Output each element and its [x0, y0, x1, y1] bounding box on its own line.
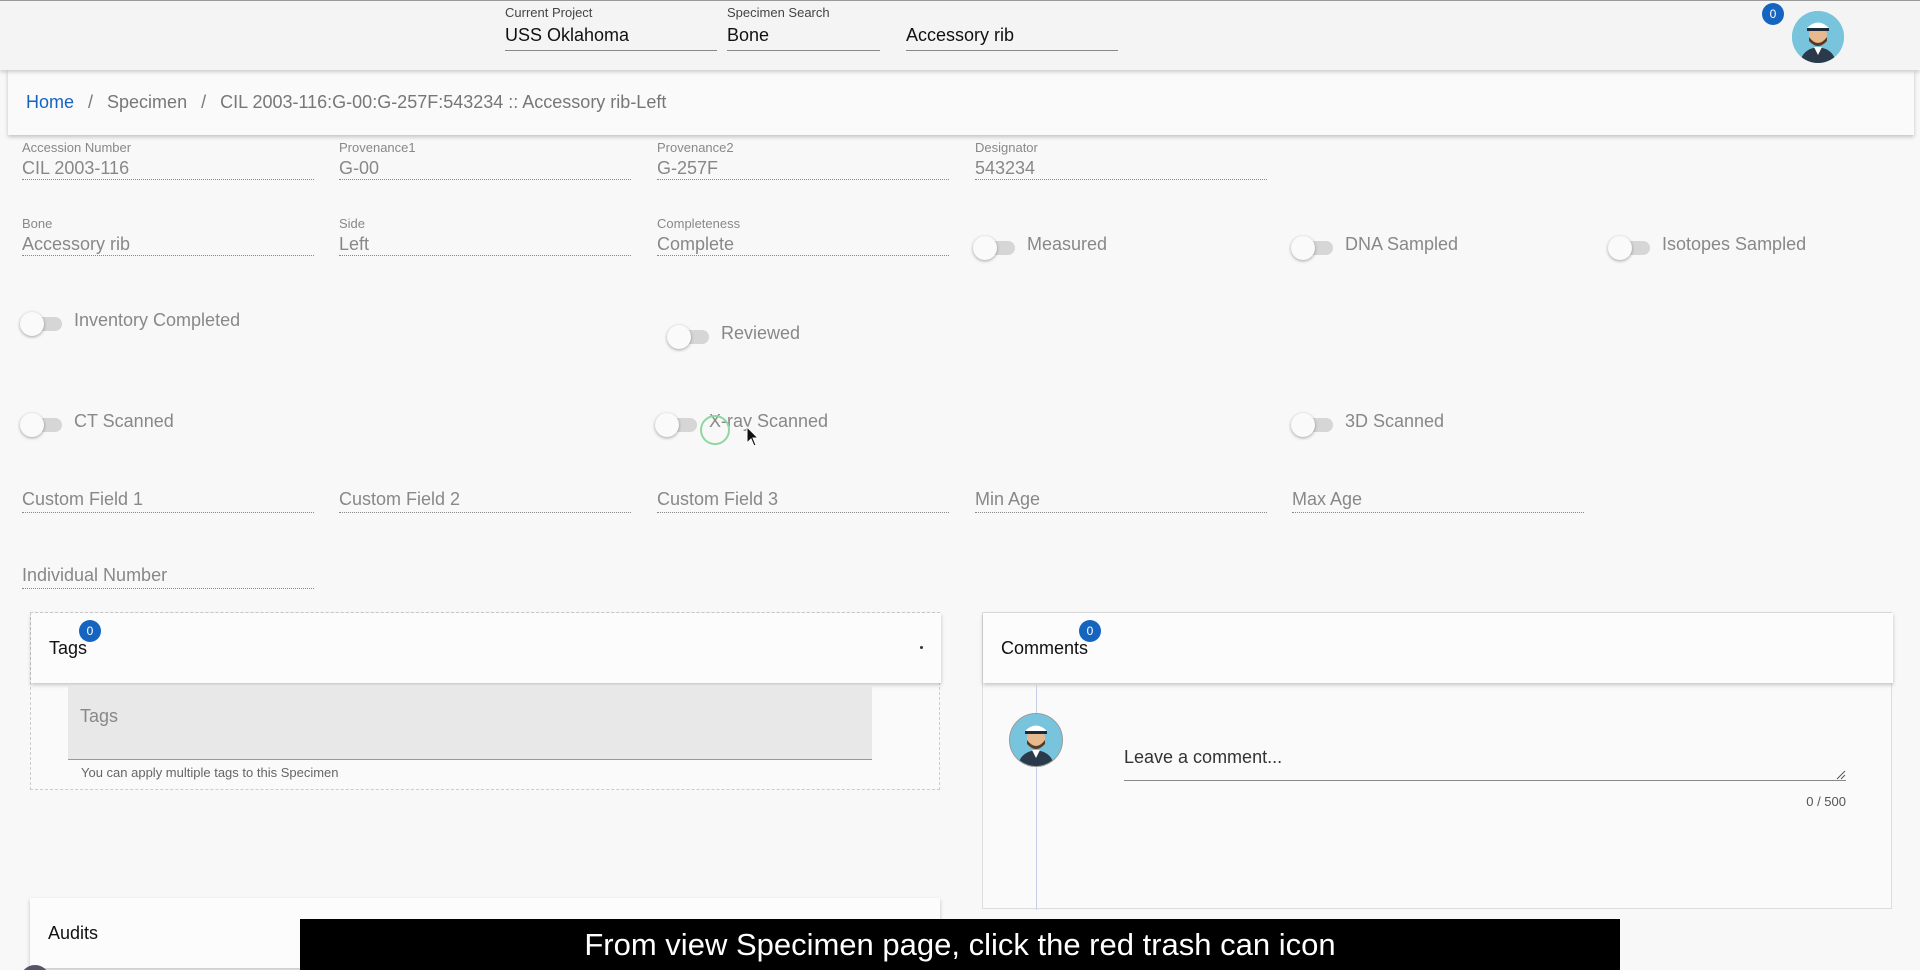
measured-switch[interactable] [973, 235, 1017, 260]
specimen-search-value[interactable]: Bone [727, 21, 880, 51]
ct-scanned-toggle[interactable]: CT Scanned [20, 410, 174, 437]
notification-badge[interactable]: 0 [1762, 3, 1784, 25]
3d-scanned-label: 3D Scanned [1345, 411, 1445, 431]
completeness-label: Completeness [657, 216, 741, 231]
inventory-completed-label: Inventory Completed [74, 310, 241, 330]
ct-scanned-label: CT Scanned [74, 411, 174, 431]
breadcrumb-current: CIL 2003-116:G-00:G-257F:543234 :: Acces… [220, 92, 667, 112]
side-value: Left [339, 232, 631, 256]
comments-card: Comments Leave a comment... 0 / 500 [982, 612, 1893, 910]
breadcrumb-separator: / [88, 92, 94, 112]
specimen-search-label: Specimen Search [727, 5, 830, 20]
comment-char-count: 0 / 500 [1806, 794, 1846, 809]
xray-scanned-toggle[interactable]: X-ray Scanned [655, 410, 828, 437]
provenance1-value: G-00 [339, 156, 631, 180]
tags-title: Tags [49, 637, 88, 658]
click-ripple-indicator [700, 415, 730, 445]
designator-value: 543234 [975, 156, 1267, 180]
bone-field: Bone Accessory rib [22, 216, 314, 256]
individual-number-input[interactable]: Individual Number [22, 563, 314, 589]
completeness-field: Completeness Complete [657, 216, 949, 256]
tags-hint: You can apply multiple tags to this Spec… [81, 765, 339, 780]
isotopes-sampled-label: Isotopes Sampled [1662, 234, 1807, 254]
mouse-cursor-icon [746, 426, 760, 447]
comments-card-header: Comments [983, 613, 1893, 683]
3d-scanned-toggle[interactable]: 3D Scanned [1291, 410, 1445, 437]
specimen-search-select[interactable]: Specimen Search Bone [727, 5, 880, 51]
comment-textarea[interactable]: Leave a comment... [1124, 733, 1846, 781]
isotopes-sampled-toggle[interactable]: Isotopes Sampled [1608, 233, 1807, 260]
custom-field-1-input[interactable]: Custom Field 1 [22, 487, 314, 513]
accession-number-field: Accession Number CIL 2003-116 [22, 140, 314, 180]
designator-field: Designator 543234 [975, 140, 1267, 180]
breadcrumb-home-link[interactable]: Home [26, 92, 74, 113]
user-avatar-icon [1010, 714, 1062, 766]
reviewed-label: Reviewed [721, 323, 801, 343]
measured-label: Measured [1027, 234, 1108, 254]
dna-sampled-label: DNA Sampled [1345, 234, 1459, 254]
tags-card-header: Tags [31, 613, 941, 683]
reviewed-switch[interactable] [667, 324, 711, 349]
side-field: Side Left [339, 216, 631, 256]
reviewed-toggle[interactable]: Reviewed [667, 322, 801, 349]
comment-placeholder: Leave a comment... [1124, 747, 1283, 767]
dna-sampled-switch[interactable] [1291, 235, 1335, 260]
inventory-completed-toggle[interactable]: Inventory Completed [20, 309, 241, 336]
tags-count-badge: 0 [79, 620, 101, 642]
tutorial-caption: From view Specimen page, click the red t… [300, 919, 1620, 970]
ct-scanned-switch[interactable] [20, 412, 64, 437]
provenance2-field: Provenance2 G-257F [657, 140, 949, 180]
breadcrumb: Home / Specimen / CIL 2003-116:G-00:G-25… [8, 70, 1914, 135]
current-project-select[interactable]: Current Project USS Oklahoma [505, 5, 717, 51]
resize-handle-icon[interactable] [1836, 770, 1846, 780]
breadcrumb-specimen[interactable]: Specimen [107, 92, 187, 113]
accession-number-value: CIL 2003-116 [22, 156, 314, 180]
audits-title: Audits [48, 922, 99, 943]
3d-scanned-switch[interactable] [1291, 412, 1335, 437]
bone-search-value[interactable]: Accessory rib [906, 21, 1118, 51]
completeness-value: Complete [657, 232, 949, 256]
measured-toggle[interactable]: Measured [973, 233, 1108, 260]
breadcrumb-separator: / [201, 92, 207, 112]
comments-count-badge: 0 [1079, 620, 1101, 642]
top-app-bar: Current Project USS Oklahoma Specimen Se… [0, 0, 1920, 70]
comment-user-avatar [1009, 713, 1063, 767]
user-avatar-icon [1792, 11, 1844, 63]
accession-number-label: Accession Number [22, 140, 132, 155]
side-label: Side [339, 216, 366, 231]
bone-label: Bone [22, 216, 53, 231]
isotopes-sampled-switch[interactable] [1608, 235, 1652, 260]
provenance2-label: Provenance2 [657, 140, 734, 155]
xray-scanned-switch[interactable] [655, 412, 699, 437]
custom-field-2-input[interactable]: Custom Field 2 [339, 487, 631, 513]
menu-dot-icon[interactable] [920, 646, 923, 649]
comments-title: Comments [1001, 637, 1089, 658]
current-project-label: Current Project [505, 5, 593, 20]
user-avatar[interactable] [1792, 11, 1844, 63]
bone-value: Accessory rib [22, 232, 314, 256]
bone-search-input[interactable]: Accessory rib [906, 21, 1118, 51]
tags-input[interactable]: Tags [68, 686, 872, 760]
tags-card: Tags Tags You can apply multiple tags to… [30, 612, 941, 790]
provenance2-value: G-257F [657, 156, 949, 180]
max-age-input[interactable]: Max Age [1292, 487, 1584, 513]
dna-sampled-toggle[interactable]: DNA Sampled [1291, 233, 1459, 260]
provenance1-field: Provenance1 G-00 [339, 140, 631, 180]
min-age-input[interactable]: Min Age [975, 487, 1267, 513]
provenance1-label: Provenance1 [339, 140, 416, 155]
designator-label: Designator [975, 140, 1038, 155]
current-project-value[interactable]: USS Oklahoma [505, 21, 717, 51]
custom-field-3-input[interactable]: Custom Field 3 [657, 487, 949, 513]
inventory-completed-switch[interactable] [20, 311, 64, 336]
